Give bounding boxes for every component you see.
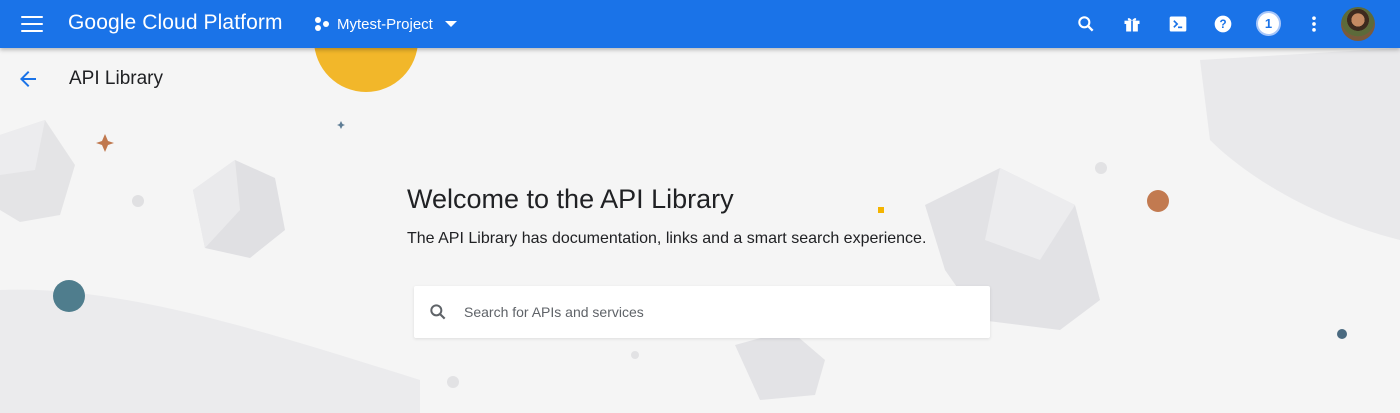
decor-star-orange [96, 134, 114, 152]
top-app-bar: Google Cloud Platform Mytest-Project ? 1 [0, 0, 1400, 48]
avatar[interactable] [1341, 7, 1375, 41]
project-selector[interactable]: Mytest-Project [313, 10, 457, 38]
gift-icon[interactable] [1120, 12, 1144, 36]
page-header: API Library [0, 55, 1400, 103]
decor-star-blue [337, 121, 345, 129]
notification-badge[interactable]: 1 [1256, 11, 1281, 36]
decor-bottom-rock [735, 330, 825, 400]
project-name: Mytest-Project [337, 15, 433, 33]
decor-orange-circle [1147, 190, 1169, 212]
svg-text:?: ? [1219, 18, 1226, 31]
help-icon[interactable]: ? [1211, 12, 1235, 36]
welcome-heading: Welcome to the API Library [407, 184, 734, 214]
chevron-down-icon [444, 21, 457, 27]
project-icon [315, 17, 329, 31]
decor-teal-circle [53, 280, 85, 312]
back-arrow-icon[interactable] [16, 67, 40, 91]
more-vert-icon[interactable] [1302, 12, 1326, 36]
menu-icon[interactable] [19, 13, 45, 35]
brand-title[interactable]: Google Cloud Platform [68, 11, 283, 35]
page-title: API Library [69, 68, 163, 89]
welcome-subtitle: The API Library has documentation, links… [407, 230, 927, 247]
search-icon[interactable] [1074, 12, 1098, 36]
search-input[interactable] [464, 304, 944, 320]
cloud-shell-icon[interactable] [1166, 12, 1190, 36]
api-search-box[interactable] [414, 286, 990, 338]
search-icon [430, 304, 446, 320]
